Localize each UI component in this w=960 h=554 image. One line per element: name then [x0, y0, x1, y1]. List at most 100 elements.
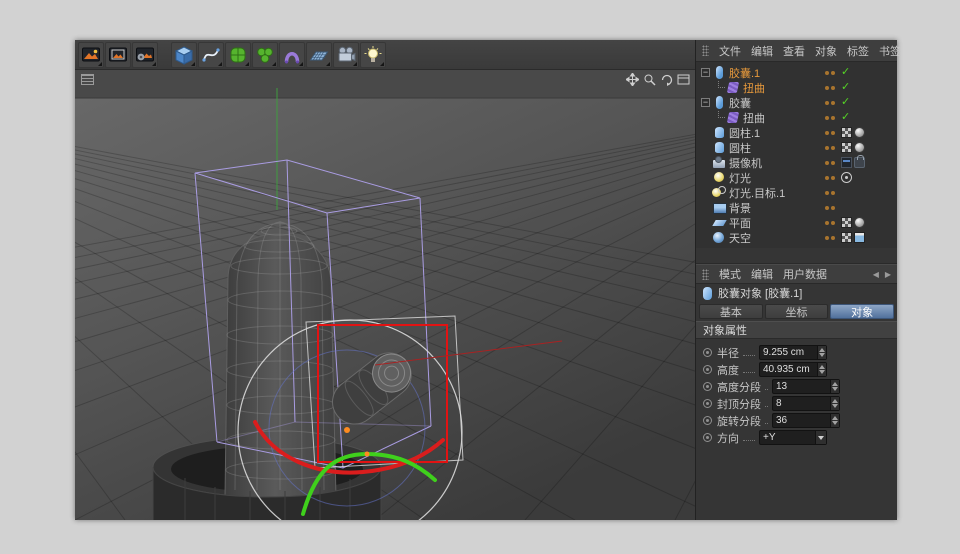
visibility-dots[interactable]	[825, 236, 835, 240]
phong-tag-icon[interactable]	[854, 127, 865, 138]
texture-tag-icon[interactable]	[841, 232, 852, 243]
tab-coordinates[interactable]: 坐标	[765, 304, 829, 319]
menu-tags[interactable]: 标签	[847, 43, 869, 59]
viewport-menu-icon[interactable]	[81, 74, 94, 85]
history-back-icon[interactable]: ◀	[873, 270, 879, 279]
object-label[interactable]: 扭曲	[743, 110, 765, 126]
visibility-dots[interactable]	[825, 161, 835, 165]
menu-edit[interactable]: 编辑	[751, 43, 773, 59]
object-row[interactable]: 背景	[696, 200, 897, 215]
keyframe-circle-icon[interactable]	[703, 348, 712, 357]
mograph-cloner-button[interactable]	[252, 42, 278, 68]
composition-tag-icon[interactable]	[841, 157, 852, 168]
rotate-icon[interactable]	[660, 73, 673, 86]
object-row[interactable]: 圆柱	[696, 140, 897, 155]
keyframe-circle-icon[interactable]	[703, 433, 712, 442]
object-label[interactable]: 胶囊.1	[729, 65, 760, 81]
tab-basic[interactable]: 基本	[699, 304, 763, 319]
enabled-check-icon[interactable]: ✓	[841, 81, 850, 94]
object-label[interactable]: 圆柱	[729, 140, 751, 156]
dropdown-arrow-icon[interactable]	[815, 431, 826, 444]
panel-handle-icon[interactable]	[702, 45, 709, 56]
menu-user-data[interactable]: 用户数据	[783, 266, 827, 282]
section-header[interactable]: 对象属性	[696, 321, 897, 339]
radius-spinner[interactable]	[817, 346, 826, 359]
light-object-button[interactable]	[360, 42, 386, 68]
visibility-dots[interactable]	[825, 131, 835, 135]
menu-file[interactable]: 文件	[719, 43, 741, 59]
dolly-icon[interactable]	[643, 73, 656, 86]
menu-view[interactable]: 查看	[783, 43, 805, 59]
object-row[interactable]: − 胶囊 ✓	[696, 95, 897, 110]
bend-deformer-button[interactable]	[279, 42, 305, 68]
cube-primitive-button[interactable]	[171, 42, 197, 68]
menu-edit[interactable]: 编辑	[751, 266, 773, 282]
keyframe-circle-icon[interactable]	[703, 365, 712, 374]
texture-tag-icon[interactable]	[841, 217, 852, 228]
keyframe-circle-icon[interactable]	[703, 416, 712, 425]
subdivision-surface-button[interactable]	[225, 42, 251, 68]
object-row[interactable]: 天空	[696, 230, 897, 245]
viewport[interactable]	[75, 70, 695, 520]
menu-objects[interactable]: 对象	[815, 43, 837, 59]
visibility-dots[interactable]	[825, 71, 835, 75]
object-row[interactable]: 灯光	[696, 170, 897, 185]
object-row[interactable]: − 胶囊.1 ✓	[696, 65, 897, 80]
object-label[interactable]: 天空	[729, 230, 751, 246]
height-segments-field[interactable]: 13	[772, 379, 840, 394]
render-view-button[interactable]	[78, 42, 104, 68]
object-row[interactable]: 扭曲 ✓	[696, 80, 897, 95]
phong-tag-icon[interactable]	[854, 217, 865, 228]
object-row[interactable]: 圆柱.1	[696, 125, 897, 140]
pan-icon[interactable]	[626, 73, 639, 86]
object-row[interactable]: 摄像机	[696, 155, 897, 170]
protection-tag-icon[interactable]	[854, 157, 865, 168]
visibility-dots[interactable]	[825, 146, 835, 150]
keyframe-circle-icon[interactable]	[703, 382, 712, 391]
panel-handle-icon[interactable]	[702, 269, 709, 280]
visibility-dots[interactable]	[825, 86, 835, 90]
visibility-dots[interactable]	[825, 206, 835, 210]
height-spinner[interactable]	[817, 363, 826, 376]
object-label[interactable]: 胶囊	[729, 95, 751, 111]
height-field[interactable]: 40.935 cm	[759, 362, 827, 377]
object-row[interactable]: 灯光.目标.1	[696, 185, 897, 200]
toggle-view-icon[interactable]	[677, 73, 690, 86]
floor-object-button[interactable]	[306, 42, 332, 68]
visibility-dots[interactable]	[825, 221, 835, 225]
rotation-segments-field[interactable]: 36	[772, 413, 840, 428]
phong-tag-icon[interactable]	[854, 142, 865, 153]
cap-segments-spinner[interactable]	[830, 397, 839, 410]
object-row[interactable]: 扭曲 ✓	[696, 110, 897, 125]
texture-tag-icon[interactable]	[841, 142, 852, 153]
visibility-dots[interactable]	[825, 191, 835, 195]
collapse-icon[interactable]: −	[701, 68, 710, 77]
object-label[interactable]: 平面	[729, 215, 751, 231]
compositing-tag-icon[interactable]	[854, 232, 865, 243]
tab-object[interactable]: 对象	[830, 304, 894, 319]
menu-mode[interactable]: 模式	[719, 266, 741, 282]
object-label[interactable]: 灯光.目标.1	[729, 185, 785, 201]
camera-object-button[interactable]	[333, 42, 359, 68]
rotation-segments-value[interactable]: 36	[773, 414, 830, 427]
enabled-check-icon[interactable]: ✓	[841, 111, 850, 124]
target-tag-icon[interactable]	[841, 172, 852, 183]
radius-field[interactable]: 9.255 cm	[759, 345, 827, 360]
height-segments-value[interactable]: 13	[773, 380, 830, 393]
visibility-dots[interactable]	[825, 116, 835, 120]
visibility-dots[interactable]	[825, 176, 835, 180]
history-forward-icon[interactable]: ▶	[885, 270, 891, 279]
edit-render-settings-button[interactable]	[132, 42, 158, 68]
render-to-picture-viewer-button[interactable]	[105, 42, 131, 68]
height-segments-spinner[interactable]	[830, 380, 839, 393]
capsule-object[interactable]	[225, 221, 336, 498]
object-label[interactable]: 摄像机	[729, 155, 762, 171]
spline-pen-button[interactable]	[198, 42, 224, 68]
cap-segments-value[interactable]: 8	[773, 397, 830, 410]
rotation-segments-spinner[interactable]	[830, 414, 839, 427]
object-label[interactable]: 扭曲	[743, 80, 765, 96]
enabled-check-icon[interactable]: ✓	[841, 96, 850, 109]
collapse-icon[interactable]: −	[701, 98, 710, 107]
object-row[interactable]: 平面	[696, 215, 897, 230]
texture-tag-icon[interactable]	[841, 127, 852, 138]
